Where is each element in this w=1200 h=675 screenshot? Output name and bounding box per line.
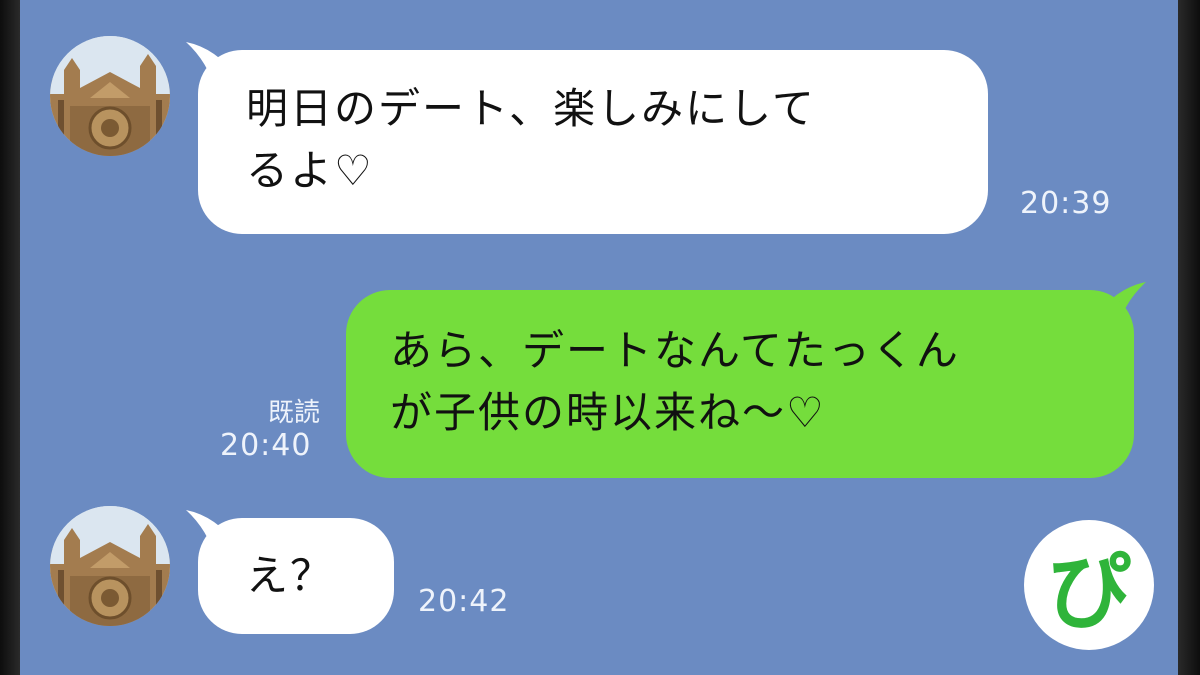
chat-screen[interactable]: 明日のデート、楽しみにして るよ♡ 20:39 既読 20:40 あら、デートな… bbox=[20, 0, 1178, 675]
message-text-line: 明日のデート、楽しみにして bbox=[246, 84, 816, 133]
message-bubble-incoming[interactable]: 明日のデート、楽しみにして るよ♡ bbox=[186, 42, 988, 234]
message-bubble-incoming[interactable]: え？ bbox=[186, 510, 394, 634]
contact-avatar[interactable] bbox=[50, 506, 170, 626]
device-frame-left bbox=[0, 0, 20, 675]
logo-glyph: ぴ bbox=[1046, 542, 1131, 641]
message-timestamp: 20:39 bbox=[1020, 186, 1112, 221]
message-timestamp: 20:42 bbox=[418, 584, 510, 619]
message-bubble-outgoing[interactable]: あら、デートなんてたっくん が子供の時以来ね〜♡ bbox=[346, 282, 1146, 478]
message-text-line: が子供の時以来ね〜♡ bbox=[390, 388, 826, 437]
contact-avatar[interactable] bbox=[50, 36, 170, 156]
cathedral-image bbox=[50, 506, 170, 626]
channel-logo: ぴ bbox=[1024, 520, 1154, 650]
message-text-line: え？ bbox=[246, 551, 335, 600]
device-frame-right bbox=[1178, 0, 1200, 675]
message-text-line: るよ♡ bbox=[246, 146, 374, 195]
read-receipt: 既読 bbox=[267, 398, 320, 428]
message-timestamp: 20:40 bbox=[220, 428, 312, 463]
message-text-line: あら、デートなんてたっくん bbox=[390, 326, 960, 375]
cathedral-image bbox=[50, 36, 170, 156]
